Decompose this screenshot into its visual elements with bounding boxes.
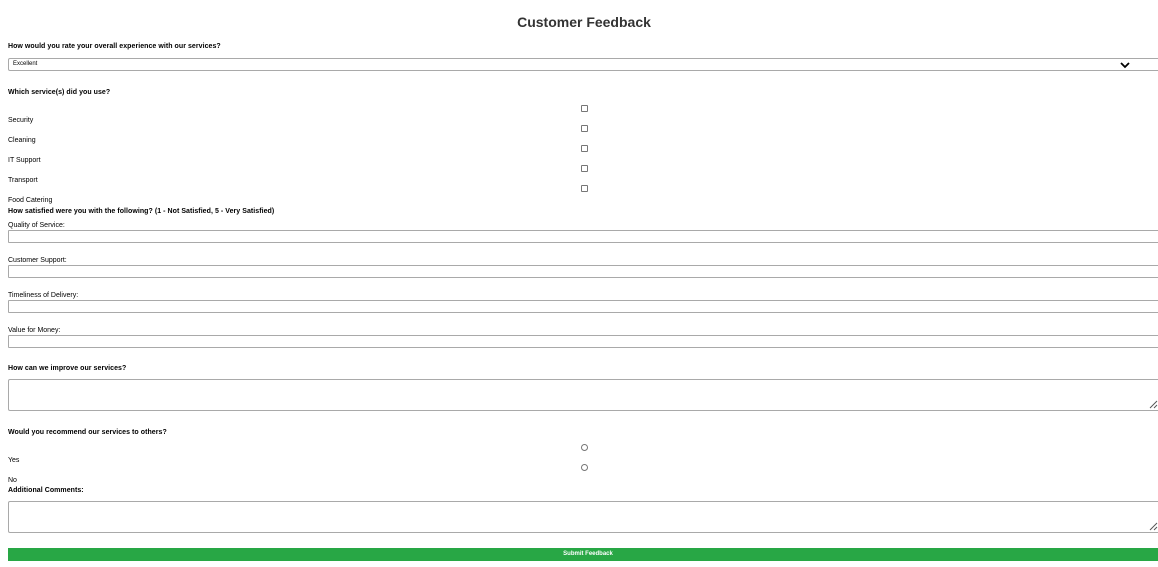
- improve-textarea[interactable]: [8, 379, 1158, 411]
- rating-input-quality[interactable]: [8, 230, 1158, 243]
- question-services: Which service(s) did you use?: [8, 89, 111, 96]
- checkbox-cleaning[interactable]: [581, 125, 588, 132]
- question-satisfaction: How satisfied were you with the followin…: [8, 208, 275, 215]
- rating-input-value[interactable]: [8, 335, 1158, 348]
- feedback-page: Customer Feedback How would you rate you…: [0, 0, 1158, 567]
- question-recommend: Would you recommend our services to othe…: [8, 429, 167, 436]
- rating-label-support: Customer Support:: [8, 257, 67, 264]
- rating-label-value: Value for Money:: [8, 327, 61, 334]
- question-improve: How can we improve our services?: [8, 365, 127, 372]
- page-title: Customer Feedback: [517, 14, 651, 30]
- checkbox-security[interactable]: [581, 105, 588, 112]
- service-label-transport: Transport: [8, 177, 38, 184]
- service-label-security: Security: [8, 117, 34, 124]
- overall-rating-select[interactable]: Excellent: [8, 58, 1158, 71]
- chevron-down-icon: [1120, 62, 1130, 69]
- question-overall-rating: How would you rate your overall experien…: [8, 43, 221, 50]
- rating-input-support[interactable]: [8, 265, 1158, 278]
- overall-rating-value: Excellent: [13, 61, 38, 67]
- checkbox-food-catering[interactable]: [581, 185, 588, 192]
- resize-grip-icon[interactable]: [1149, 400, 1158, 409]
- recommend-label-yes: Yes: [8, 457, 20, 464]
- recommend-label-no: No: [8, 477, 17, 484]
- comments-textarea[interactable]: [8, 501, 1158, 533]
- service-label-cleaning: Cleaning: [8, 137, 36, 144]
- question-comments: Additional Comments:: [8, 487, 84, 494]
- checkbox-transport[interactable]: [581, 165, 588, 172]
- rating-input-timeliness[interactable]: [8, 300, 1158, 313]
- radio-yes[interactable]: [581, 444, 588, 451]
- submit-feedback-button[interactable]: Submit Feedback: [8, 548, 1158, 561]
- radio-no[interactable]: [581, 464, 588, 471]
- service-label-food-catering: Food Catering: [8, 197, 53, 204]
- resize-grip-icon[interactable]: [1149, 522, 1158, 531]
- service-label-it-support: IT Support: [8, 157, 41, 164]
- rating-label-timeliness: Timeliness of Delivery:: [8, 292, 79, 299]
- rating-label-quality: Quality of Service:: [8, 222, 65, 229]
- checkbox-it-support[interactable]: [581, 145, 588, 152]
